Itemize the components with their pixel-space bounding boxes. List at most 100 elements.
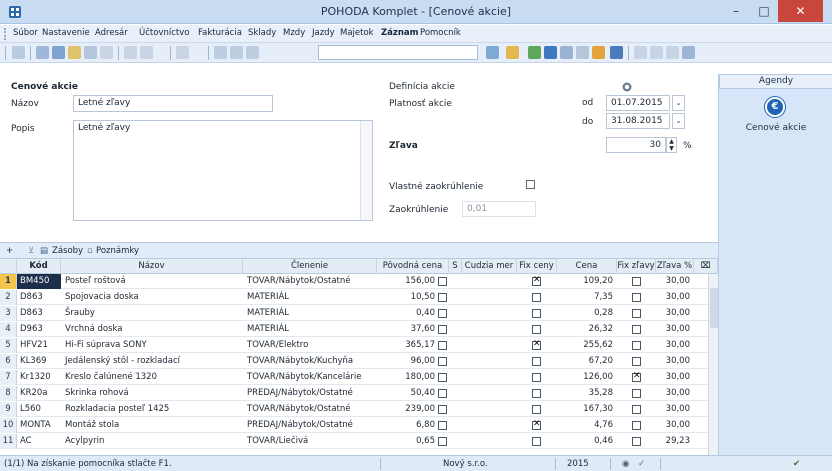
users-icon[interactable] [592, 46, 605, 59]
cell-cena[interactable]: 26,32 [557, 322, 613, 337]
cell-clenenie[interactable]: TOVAR/Nábytok/Kuchyňa [243, 354, 377, 369]
checkbox-fix-zlavy[interactable] [632, 357, 641, 366]
checkbox-fix-ceny[interactable] [532, 405, 541, 414]
cell-clenenie[interactable]: MATERIÁL [243, 306, 377, 321]
header-fix-zlavy[interactable]: Fix zľavy [617, 259, 656, 274]
cell-zlava[interactable]: 30,00 [656, 386, 690, 401]
cell-nazov[interactable]: Kreslo čalúnené 1320 [61, 370, 243, 385]
cell-kod[interactable]: AC [17, 434, 61, 449]
checkbox-fix-zlavy[interactable] [632, 277, 641, 286]
window-icon-2[interactable] [650, 46, 663, 59]
cell-nazov[interactable]: Šrauby [61, 306, 243, 321]
checkbox-fix-zlavy[interactable] [632, 293, 641, 302]
cell-cena[interactable]: 67,20 [557, 354, 613, 369]
cell-clenenie[interactable]: MATERIÁL [243, 322, 377, 337]
menu-zaznam[interactable]: Záznam [381, 28, 419, 38]
checkbox-s[interactable] [438, 357, 447, 366]
checkbox-fix-ceny[interactable] [532, 275, 541, 286]
cell-zlava[interactable]: 29,23 [656, 434, 690, 449]
menu-subor[interactable]: Súbor [13, 28, 38, 38]
cell-nazov[interactable]: Montáž stola [61, 418, 243, 433]
cell-zlava[interactable]: 30,00 [656, 290, 690, 305]
cell-clenenie[interactable]: MATERIÁL [243, 290, 377, 305]
quick-search-combo[interactable] [318, 45, 478, 60]
help-icon[interactable] [622, 82, 632, 92]
table-row[interactable]: 4 D963 Vrchná doska MATERIÁL 37,60 26,32 30,00 [0, 322, 708, 337]
cell-povodna[interactable]: 156,00 [377, 274, 435, 289]
cell-cena[interactable]: 0,28 [557, 306, 613, 321]
table-row[interactable]: 5 HFV21 Hi-Fi súprava SONY TOVAR/Elektro 365… [0, 338, 708, 353]
header-cena[interactable]: Cena [557, 259, 617, 274]
menu-adresar[interactable]: Adresár [95, 28, 128, 38]
delete-icon[interactable] [246, 46, 259, 59]
ban-icon[interactable] [610, 46, 623, 59]
row-number[interactable]: 1 [0, 274, 17, 289]
cell-cena[interactable]: 126,00 [557, 370, 613, 385]
cell-nazov[interactable]: Vrchná doska [61, 322, 243, 337]
row-number[interactable]: 4 [0, 322, 17, 337]
window-icon-3[interactable] [666, 46, 679, 59]
cell-cena[interactable]: 167,30 [557, 402, 613, 417]
cell-clenenie[interactable]: TOVAR/Elektro [243, 338, 377, 353]
popis-textarea[interactable]: Letné zľavy [73, 120, 373, 221]
popis-scrollbar[interactable] [360, 121, 372, 220]
row-number[interactable]: 2 [0, 290, 17, 305]
menu-pomocnik[interactable]: Pomocník [420, 28, 461, 38]
menu-jazdy[interactable]: Jazdy [312, 28, 335, 38]
cell-cena[interactable]: 7,35 [557, 290, 613, 305]
price-action-icon[interactable]: € [765, 97, 785, 117]
cell-zlava[interactable]: 30,00 [656, 274, 690, 289]
refresh-icon[interactable] [544, 46, 557, 59]
pin-icon[interactable]: + [6, 246, 13, 256]
nazov-input[interactable]: Letné zľavy [73, 95, 273, 112]
globe-icon[interactable]: ◉ [622, 459, 629, 469]
folder-icon[interactable] [506, 46, 519, 59]
menu-uctovnictvo[interactable]: Účtovníctvo [139, 28, 189, 38]
checkbox-s[interactable] [438, 405, 447, 414]
checkbox-fix-ceny[interactable] [532, 389, 541, 398]
new-record-icon[interactable] [124, 46, 137, 59]
menu-nastavenie[interactable]: Nastavenie [42, 28, 90, 38]
discard-icon[interactable] [230, 46, 243, 59]
row-number[interactable]: 9 [0, 402, 17, 417]
table-row[interactable]: 7 Kr1320 Kreslo čalúnené 1320 TOVAR/Nábytok… [0, 370, 708, 385]
help-menu-icon[interactable] [682, 46, 695, 59]
column-chooser-icon[interactable]: ⌧ [694, 259, 718, 274]
green-action-icon[interactable] [528, 46, 541, 59]
row-number[interactable]: 5 [0, 338, 17, 353]
save-icon[interactable] [214, 46, 227, 59]
maximize-button[interactable]: □ [751, 0, 777, 22]
filter-icon[interactable] [486, 46, 499, 59]
tab-zasoby[interactable]: Zásoby [52, 246, 83, 256]
print-icon[interactable] [36, 46, 49, 59]
checkbox-fix-zlavy[interactable] [632, 371, 641, 382]
grid-scrollbar-thumb[interactable] [710, 288, 718, 328]
checkbox-fix-zlavy[interactable] [632, 421, 641, 430]
date-from-dropdown[interactable]: ⌄ [672, 95, 685, 111]
cell-cena[interactable]: 35,28 [557, 386, 613, 401]
checkbox-s[interactable] [438, 389, 447, 398]
checkbox-s[interactable] [438, 437, 447, 446]
attach-icon[interactable] [100, 46, 113, 59]
grid-icon[interactable] [560, 46, 573, 59]
menu-mzdy[interactable]: Mzdy [283, 28, 305, 38]
cell-nazov[interactable]: Hi-Fi súprava SONY [61, 338, 243, 353]
zlava-input[interactable]: 30 [606, 137, 666, 153]
header-fix-ceny[interactable]: Fix ceny [517, 259, 557, 274]
cell-cena[interactable]: 4,76 [557, 418, 613, 433]
cell-kod[interactable]: L560 [17, 402, 61, 417]
table-row[interactable]: 9 L560 Rozkladacia posteľ 1425 TOVAR/Nábyto… [0, 402, 708, 417]
cell-nazov[interactable]: Posteľ roštová [61, 274, 243, 289]
cell-povodna[interactable]: 6,80 [377, 418, 435, 433]
cell-clenenie[interactable]: TOVAR/Nábytok/Kancelárie [243, 370, 377, 385]
cell-povodna[interactable]: 10,50 [377, 290, 435, 305]
cell-clenenie[interactable]: TOVAR/Liečivá [243, 434, 377, 449]
cell-povodna[interactable]: 365,17 [377, 338, 435, 353]
menu-sklady[interactable]: Sklady [248, 28, 276, 38]
checkbox-s[interactable] [438, 373, 447, 382]
checkbox-s[interactable] [438, 293, 447, 302]
header-zlava[interactable]: Zľava % [656, 259, 694, 274]
cell-cena[interactable]: 0,46 [557, 434, 613, 449]
cell-povodna[interactable]: 0,40 [377, 306, 435, 321]
export-icon[interactable] [68, 46, 81, 59]
